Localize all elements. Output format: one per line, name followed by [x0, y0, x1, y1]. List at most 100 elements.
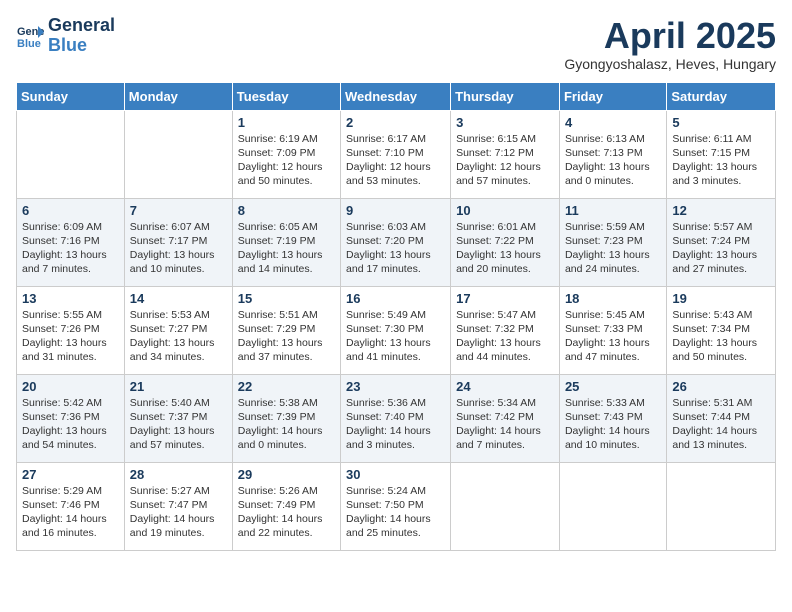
- day-info: Sunrise: 5:42 AMSunset: 7:36 PMDaylight:…: [22, 396, 119, 453]
- day-number: 23: [346, 379, 445, 394]
- day-info: Sunrise: 5:59 AMSunset: 7:23 PMDaylight:…: [565, 220, 661, 277]
- day-number: 7: [130, 203, 227, 218]
- logo-blue-text: Blue: [48, 36, 115, 56]
- logo: General Blue General Blue: [16, 16, 115, 56]
- day-info: Sunrise: 5:33 AMSunset: 7:43 PMDaylight:…: [565, 396, 661, 453]
- calendar-cell: 18Sunrise: 5:45 AMSunset: 7:33 PMDayligh…: [559, 286, 666, 374]
- calendar-week-1: 1 Sunrise: 6:19 AMSunset: 7:09 PMDaylight…: [17, 110, 776, 198]
- calendar-cell: [559, 462, 666, 550]
- col-header-monday: Monday: [124, 82, 232, 110]
- day-number: 30: [346, 467, 445, 482]
- day-info: Sunrise: 6:09 AMSunset: 7:16 PMDaylight:…: [22, 220, 119, 277]
- calendar-cell: [17, 110, 125, 198]
- day-info: Sunrise: 6:19 AMSunset: 7:09 PMDaylight:…: [238, 132, 335, 189]
- day-info: Sunrise: 5:51 AMSunset: 7:29 PMDaylight:…: [238, 308, 335, 365]
- day-number: 14: [130, 291, 227, 306]
- day-info: Sunrise: 6:05 AMSunset: 7:19 PMDaylight:…: [238, 220, 335, 277]
- col-header-thursday: Thursday: [451, 82, 560, 110]
- day-number: 15: [238, 291, 335, 306]
- day-info: Sunrise: 5:31 AMSunset: 7:44 PMDaylight:…: [672, 396, 770, 453]
- calendar-cell: 19Sunrise: 5:43 AMSunset: 7:34 PMDayligh…: [667, 286, 776, 374]
- col-header-saturday: Saturday: [667, 82, 776, 110]
- calendar-cell: 13 Sunrise: 5:55 AMSunset: 7:26 PMDayligh…: [17, 286, 125, 374]
- calendar-cell: 24 Sunrise: 5:34 AMSunset: 7:42 PMDayligh…: [451, 374, 560, 462]
- calendar-cell: 12 Sunrise: 5:57 AMSunset: 7:24 PMDayligh…: [667, 198, 776, 286]
- day-info: Sunrise: 5:49 AMSunset: 7:30 PMDaylight:…: [346, 308, 445, 365]
- calendar-cell: 11Sunrise: 5:59 AMSunset: 7:23 PMDayligh…: [559, 198, 666, 286]
- header: General Blue General Blue April 2025 Gyo…: [16, 16, 776, 72]
- day-info: Sunrise: 5:47 AMSunset: 7:32 PMDaylight:…: [456, 308, 554, 365]
- day-info: Sunrise: 5:24 AMSunset: 7:50 PMDaylight:…: [346, 484, 445, 541]
- day-info: Sunrise: 6:11 AMSunset: 7:15 PMDaylight:…: [672, 132, 770, 189]
- day-info: Sunrise: 5:26 AMSunset: 7:49 PMDaylight:…: [238, 484, 335, 541]
- day-info: Sunrise: 5:40 AMSunset: 7:37 PMDaylight:…: [130, 396, 227, 453]
- svg-text:Blue: Blue: [17, 38, 41, 50]
- calendar-cell: 25 Sunrise: 5:33 AMSunset: 7:43 PMDayligh…: [559, 374, 666, 462]
- day-info: Sunrise: 5:34 AMSunset: 7:42 PMDaylight:…: [456, 396, 554, 453]
- day-number: 25: [565, 379, 661, 394]
- day-number: 3: [456, 115, 554, 130]
- day-number: 24: [456, 379, 554, 394]
- day-info: Sunrise: 5:29 AMSunset: 7:46 PMDaylight:…: [22, 484, 119, 541]
- day-number: 29: [238, 467, 335, 482]
- calendar-cell: [667, 462, 776, 550]
- calendar-week-3: 13 Sunrise: 5:55 AMSunset: 7:26 PMDayligh…: [17, 286, 776, 374]
- day-number: 8: [238, 203, 335, 218]
- col-header-wednesday: Wednesday: [341, 82, 451, 110]
- logo-general-text: General: [48, 16, 115, 36]
- calendar-cell: 6 Sunrise: 6:09 AMSunset: 7:16 PMDaylight…: [17, 198, 125, 286]
- location-title: Gyongyoshalasz, Heves, Hungary: [564, 56, 776, 72]
- day-number: 26: [672, 379, 770, 394]
- col-header-sunday: Sunday: [17, 82, 125, 110]
- day-info: Sunrise: 5:55 AMSunset: 7:26 PMDaylight:…: [22, 308, 119, 365]
- calendar-cell: 16 Sunrise: 5:49 AMSunset: 7:30 PMDayligh…: [341, 286, 451, 374]
- day-number: 10: [456, 203, 554, 218]
- calendar-cell: 1 Sunrise: 6:19 AMSunset: 7:09 PMDaylight…: [232, 110, 340, 198]
- calendar-cell: 9 Sunrise: 6:03 AMSunset: 7:20 PMDaylight…: [341, 198, 451, 286]
- day-number: 1: [238, 115, 335, 130]
- day-number: 12: [672, 203, 770, 218]
- day-number: 28: [130, 467, 227, 482]
- day-info: Sunrise: 6:17 AMSunset: 7:10 PMDaylight:…: [346, 132, 445, 189]
- day-number: 9: [346, 203, 445, 218]
- calendar-cell: [124, 110, 232, 198]
- month-title: April 2025: [564, 16, 776, 56]
- day-info: Sunrise: 5:57 AMSunset: 7:24 PMDaylight:…: [672, 220, 770, 277]
- day-info: Sunrise: 6:13 AMSunset: 7:13 PMDaylight:…: [565, 132, 661, 189]
- calendar-cell: 7Sunrise: 6:07 AMSunset: 7:17 PMDaylight…: [124, 198, 232, 286]
- day-info: Sunrise: 6:03 AMSunset: 7:20 PMDaylight:…: [346, 220, 445, 277]
- day-number: 16: [346, 291, 445, 306]
- calendar-week-5: 27Sunrise: 5:29 AMSunset: 7:46 PMDayligh…: [17, 462, 776, 550]
- calendar-week-2: 6 Sunrise: 6:09 AMSunset: 7:16 PMDaylight…: [17, 198, 776, 286]
- day-number: 21: [130, 379, 227, 394]
- calendar-cell: 10 Sunrise: 6:01 AMSunset: 7:22 PMDayligh…: [451, 198, 560, 286]
- day-number: 13: [22, 291, 119, 306]
- calendar-cell: 27Sunrise: 5:29 AMSunset: 7:46 PMDayligh…: [17, 462, 125, 550]
- calendar-cell: 17 Sunrise: 5:47 AMSunset: 7:32 PMDayligh…: [451, 286, 560, 374]
- calendar-cell: 23Sunrise: 5:36 AMSunset: 7:40 PMDayligh…: [341, 374, 451, 462]
- logo-text: General Blue: [48, 16, 115, 56]
- day-number: 4: [565, 115, 661, 130]
- day-info: Sunrise: 6:15 AMSunset: 7:12 PMDaylight:…: [456, 132, 554, 189]
- col-header-tuesday: Tuesday: [232, 82, 340, 110]
- day-info: Sunrise: 5:43 AMSunset: 7:34 PMDaylight:…: [672, 308, 770, 365]
- calendar-cell: 26 Sunrise: 5:31 AMSunset: 7:44 PMDayligh…: [667, 374, 776, 462]
- day-number: 5: [672, 115, 770, 130]
- day-number: 17: [456, 291, 554, 306]
- calendar-cell: 3 Sunrise: 6:15 AMSunset: 7:12 PMDaylight…: [451, 110, 560, 198]
- calendar-cell: [451, 462, 560, 550]
- day-number: 6: [22, 203, 119, 218]
- calendar-cell: 21 Sunrise: 5:40 AMSunset: 7:37 PMDayligh…: [124, 374, 232, 462]
- day-info: Sunrise: 6:01 AMSunset: 7:22 PMDaylight:…: [456, 220, 554, 277]
- title-section: April 2025 Gyongyoshalasz, Heves, Hungar…: [564, 16, 776, 72]
- calendar-cell: 4 Sunrise: 6:13 AMSunset: 7:13 PMDaylight…: [559, 110, 666, 198]
- day-number: 18: [565, 291, 661, 306]
- calendar-cell: 2Sunrise: 6:17 AMSunset: 7:10 PMDaylight…: [341, 110, 451, 198]
- logo-icon: General Blue: [16, 22, 44, 50]
- calendar-header-row: SundayMondayTuesdayWednesdayThursdayFrid…: [17, 82, 776, 110]
- calendar-cell: 14Sunrise: 5:53 AMSunset: 7:27 PMDayligh…: [124, 286, 232, 374]
- day-number: 20: [22, 379, 119, 394]
- calendar-cell: 29 Sunrise: 5:26 AMSunset: 7:49 PMDayligh…: [232, 462, 340, 550]
- calendar-cell: 28 Sunrise: 5:27 AMSunset: 7:47 PMDayligh…: [124, 462, 232, 550]
- day-info: Sunrise: 5:27 AMSunset: 7:47 PMDaylight:…: [130, 484, 227, 541]
